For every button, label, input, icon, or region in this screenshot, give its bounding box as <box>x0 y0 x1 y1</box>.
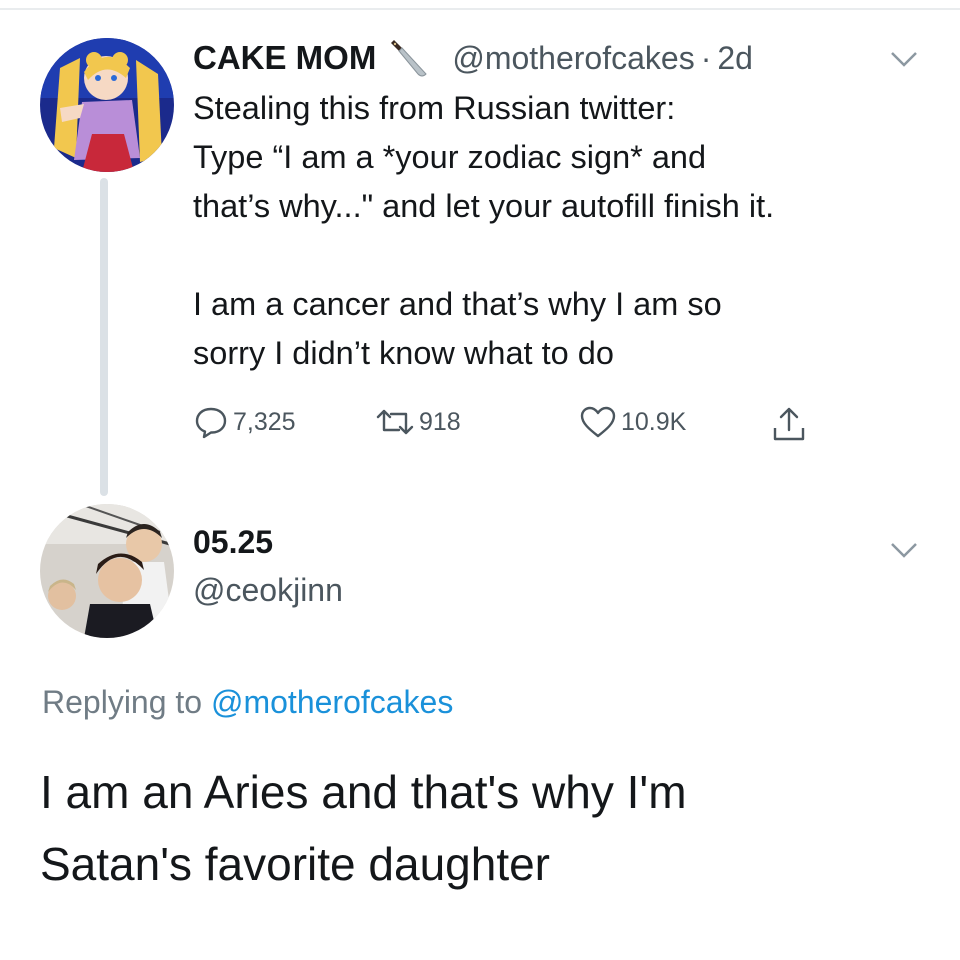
author-handle[interactable]: @motherofcakes <box>452 40 694 77</box>
avatar-cake-mom[interactable] <box>40 38 174 172</box>
retweet-button[interactable]: 918 <box>373 404 461 440</box>
reply-author-display-name[interactable]: 05.25 <box>193 524 273 561</box>
replying-to-label: Replying to <box>42 684 203 720</box>
reply-count: 7,325 <box>233 407 296 436</box>
reply-text-line: Satan's favorite daughter <box>40 838 550 890</box>
knife-icon <box>386 36 430 80</box>
tweet-text: Stealing this from Russian twitter: Type… <box>193 84 933 378</box>
like-count: 10.9K <box>621 407 687 436</box>
reply-author-handle[interactable]: @ceokjinn <box>193 572 343 609</box>
retweet-count: 918 <box>419 407 461 436</box>
like-icon <box>580 406 616 438</box>
tweet-header: CAKE MOM @motherofcakes · 2d <box>193 34 753 82</box>
reply-text: I am an Aries and that's why I'm Satan's… <box>40 756 920 900</box>
reply-menu-chevron-down-icon[interactable] <box>888 540 920 560</box>
tweet-text-line: that’s why..." and let your autofill fin… <box>193 188 775 224</box>
avatar-photo <box>40 504 174 638</box>
author-display-name[interactable]: CAKE MOM <box>193 39 376 77</box>
tweet-text-line: Stealing this from Russian twitter: <box>193 90 676 126</box>
tweet-text-line: Type “I am a *your zodiac sign* and <box>193 139 707 175</box>
replying-to-line: Replying to @motherofcakes <box>42 684 453 721</box>
replying-to-mention-link[interactable]: @motherofcakes <box>211 684 453 720</box>
share-button[interactable] <box>769 404 809 444</box>
like-button[interactable]: 10.9K <box>579 404 686 440</box>
reply-icon <box>195 407 227 439</box>
reply-text-line: I am an Aries and that's why I'm <box>40 766 687 818</box>
reply-button[interactable]: 7,325 <box>193 404 296 440</box>
avatar-illustration <box>40 38 174 172</box>
tweet-text-line: sorry I didn’t know what to do <box>193 335 614 371</box>
top-divider <box>0 8 960 10</box>
dot-separator: · <box>700 39 712 76</box>
avatar-ceokjinn[interactable] <box>40 504 174 638</box>
tweet-timestamp[interactable]: 2d <box>717 40 753 77</box>
thread-connector-line <box>100 178 108 496</box>
tweet-text-line: I am a cancer and that’s why I am so <box>193 286 722 322</box>
share-icon <box>773 407 805 441</box>
tweet-menu-chevron-down-icon[interactable] <box>888 49 920 69</box>
retweet-icon <box>376 409 414 435</box>
